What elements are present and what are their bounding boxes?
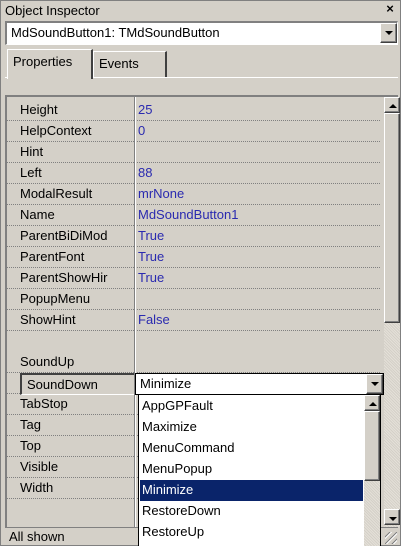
tab-properties[interactable]: Properties bbox=[7, 49, 93, 79]
row-separator bbox=[7, 330, 380, 331]
scroll-up-icon bbox=[369, 402, 377, 406]
property-value[interactable]: MdSoundButton1 bbox=[138, 207, 238, 222]
property-value[interactable]: True bbox=[138, 270, 164, 285]
status-text: All shown bbox=[9, 529, 65, 544]
grid-scroll-down-button[interactable] bbox=[384, 509, 400, 525]
dropdown-scrollbar[interactable] bbox=[364, 395, 380, 546]
property-row[interactable]: Hint bbox=[7, 142, 380, 163]
property-value[interactable]: True bbox=[138, 228, 164, 243]
close-icon[interactable]: × bbox=[383, 2, 397, 16]
property-row[interactable]: ParentFont True bbox=[7, 247, 380, 268]
grid-scroll-thumb[interactable] bbox=[384, 113, 400, 323]
dropdown-option[interactable]: MenuCommand bbox=[140, 438, 363, 459]
property-name[interactable]: Tag bbox=[20, 417, 133, 432]
window-title: Object Inspector bbox=[5, 3, 100, 18]
property-row[interactable]: SoundUp bbox=[7, 352, 380, 373]
property-value[interactable]: False bbox=[138, 312, 170, 327]
column-divider-highlight bbox=[135, 97, 136, 527]
property-name[interactable]: PopupMenu bbox=[20, 291, 133, 306]
property-grid: Height 25 HelpContext 0 Hint Left 88 ModalResul… bbox=[5, 95, 400, 546]
grid-scrollbar[interactable] bbox=[384, 97, 400, 527]
property-name[interactable]: HelpContext bbox=[20, 123, 133, 138]
property-name[interactable]: Name bbox=[20, 207, 133, 222]
tab-events-label: Events bbox=[99, 56, 139, 71]
property-row[interactable]: PopupMenu bbox=[7, 289, 380, 310]
property-name[interactable]: Height bbox=[20, 102, 133, 117]
object-selector-value: MdSoundButton1: TMdSoundButton bbox=[11, 25, 220, 40]
tab-events[interactable]: Events bbox=[93, 51, 167, 77]
chevron-down-icon bbox=[371, 382, 379, 386]
dropdown-scroll-thumb[interactable] bbox=[364, 411, 380, 481]
sounddown-dropdown-button[interactable] bbox=[366, 374, 383, 394]
dropdown-option[interactable]: RestoreUp bbox=[140, 522, 363, 543]
dropdown-option[interactable]: RestoreDown bbox=[140, 501, 363, 522]
property-row[interactable]: ParentShowHir True bbox=[7, 268, 380, 289]
scroll-down-icon bbox=[389, 517, 397, 521]
scroll-up-icon bbox=[389, 104, 397, 108]
property-name[interactable]: Visible bbox=[20, 459, 133, 474]
title-bar[interactable]: Object Inspector × bbox=[2, 2, 399, 18]
grid-scroll-up-button[interactable] bbox=[384, 97, 400, 113]
object-selector-dropdown-button[interactable] bbox=[380, 23, 397, 43]
sounddown-dropdown-list[interactable]: AppGPFault Maximize MenuCommand MenuPopup Mi… bbox=[138, 394, 381, 546]
property-row-editing[interactable]: SoundDown Minimize bbox=[20, 373, 384, 395]
property-row[interactable]: ModalResult mrNone bbox=[7, 184, 380, 205]
property-value[interactable]: True bbox=[138, 249, 164, 264]
object-inspector-window: Object Inspector × MdSoundButton1: TMdSo… bbox=[0, 0, 401, 546]
sounddown-value[interactable]: Minimize bbox=[140, 376, 191, 391]
property-value[interactable]: mrNone bbox=[138, 186, 184, 201]
property-value[interactable]: 0 bbox=[138, 123, 145, 138]
property-name[interactable]: ParentShowHir bbox=[20, 270, 133, 285]
property-name[interactable]: Width bbox=[20, 480, 133, 495]
property-row[interactable]: ShowHint False bbox=[7, 310, 380, 331]
property-name[interactable]: Hint bbox=[20, 144, 133, 159]
dropdown-scroll-up-button[interactable] bbox=[364, 395, 380, 411]
property-row[interactable]: HelpContext 0 bbox=[7, 121, 380, 142]
property-name[interactable]: TabStop bbox=[20, 396, 133, 411]
dropdown-option[interactable]: Maximize bbox=[140, 417, 363, 438]
property-name-sounddown[interactable]: SoundDown bbox=[20, 373, 134, 395]
property-name[interactable]: SoundUp bbox=[20, 354, 133, 369]
object-selector[interactable]: MdSoundButton1: TMdSoundButton bbox=[5, 21, 398, 45]
property-row[interactable]: Height 25 bbox=[7, 100, 380, 121]
property-name[interactable]: ShowHint bbox=[20, 312, 133, 327]
dropdown-option[interactable]: MenuPopup bbox=[140, 459, 363, 480]
chevron-down-icon bbox=[385, 31, 393, 35]
tab-properties-label: Properties bbox=[13, 54, 73, 69]
property-name[interactable]: ModalResult bbox=[20, 186, 133, 201]
dropdown-option[interactable]: AppGPFault bbox=[140, 396, 363, 417]
property-name[interactable]: Top bbox=[20, 438, 133, 453]
resize-grip-icon[interactable] bbox=[385, 532, 397, 544]
property-name[interactable]: ParentBiDiMod bbox=[20, 228, 133, 243]
property-value[interactable]: 25 bbox=[138, 102, 152, 117]
sounddown-combo[interactable]: Minimize bbox=[135, 373, 384, 395]
property-value[interactable]: 88 bbox=[138, 165, 152, 180]
dropdown-option[interactable]: Minimize bbox=[140, 480, 363, 501]
property-row[interactable]: Name MdSoundButton1 bbox=[7, 205, 380, 226]
property-name[interactable]: Left bbox=[20, 165, 133, 180]
property-row[interactable]: ParentBiDiMod True bbox=[7, 226, 380, 247]
property-row[interactable]: Left 88 bbox=[7, 163, 380, 184]
property-name[interactable]: ParentFont bbox=[20, 249, 133, 264]
